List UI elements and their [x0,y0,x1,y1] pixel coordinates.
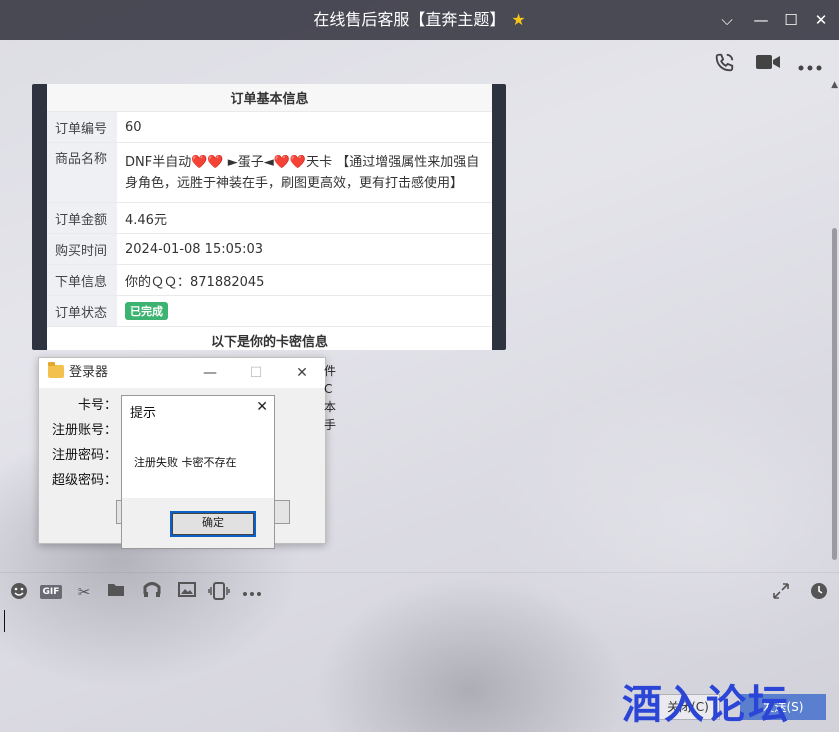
table-row: 订单金额 4.46元 [47,202,492,234]
video-icon-svg [756,55,780,69]
image-icon-svg [178,582,196,597]
side-text-line: 手 [324,418,337,432]
shake-icon[interactable] [208,582,230,602]
alert-body: 提示 ✕ 注册失败 卡密不存在 [122,396,274,498]
alert-title: 提示 [130,406,157,421]
order-value: DNF半自动❤️❤️ ►蛋子◄❤️❤️天卡 【通过增强属性来加强自身角色，远胜于… [117,142,492,203]
phone-icon[interactable] [710,52,738,80]
super-password-label: 超级密码： [51,473,117,488]
shake-icon-svg [208,582,230,600]
more-icon-svg [798,65,822,71]
window-title-text: 在线售后客服【直奔主题】 [313,10,506,29]
ok-button[interactable]: 确定 [170,511,256,537]
scrollbar[interactable] [832,228,837,560]
order-key: 订单状态 [47,295,117,327]
music-icon[interactable] [141,582,163,602]
watermark: 酒入论坛 [622,682,790,728]
smile-icon-svg [11,583,27,599]
card-info-header: 以下是你的卡密信息 [47,326,492,350]
alert-dialog: 提示 ✕ 注册失败 卡密不存在 确定 [121,395,275,549]
folder-icon [48,362,64,378]
star-icon[interactable]: ★ [511,10,525,29]
table-row: 购买时间 2024-01-08 15:05:03 [47,233,492,265]
maximize-button[interactable]: ☐ [776,0,806,40]
order-value: 你的ＱＱ：871882045 [117,264,492,296]
more-icon[interactable] [241,582,263,602]
smile-icon[interactable] [8,582,30,602]
order-value: 4.46元 [117,202,492,234]
folder-icon[interactable] [105,582,127,602]
expand-icon[interactable] [770,582,792,602]
order-table: 订单基本信息 订单编号 60 商品名称 DNF半自动❤️❤️ ►蛋子◄❤️❤️天… [47,84,492,350]
side-text-line: C [324,382,333,396]
scissors-icon[interactable]: ✂ [73,582,95,602]
video-icon[interactable] [754,52,782,80]
table-row: 订单状态 已完成 [47,295,492,327]
scroll-up-icon[interactable]: ▲ [831,80,838,90]
side-text-line: 本 [324,400,337,414]
text-input-caret[interactable] [4,610,5,632]
close-button[interactable]: ✕ [806,0,836,40]
more-icon[interactable] [796,52,824,80]
history-icon-svg [811,583,827,599]
folder-icon-svg [108,584,124,596]
image-icon[interactable] [176,582,198,602]
side-text-line: 件 [324,364,337,378]
card-label: 卡号： [77,398,117,413]
order-card-message: 订单基本信息 订单编号 60 商品名称 DNF半自动❤️❤️ ►蛋子◄❤️❤️天… [32,84,506,350]
music-icon-svg [143,582,161,597]
order-value: 60 [117,111,492,143]
table-row: 订单编号 60 [47,111,492,143]
alert-message: 注册失败 卡密不存在 [134,456,237,469]
login-minimize-button[interactable]: — [195,358,225,388]
phone-icon-svg [715,53,734,72]
expand-icon-svg [773,583,789,599]
chevron-down-icon[interactable]: ⌵ [712,0,742,40]
login-maximize-button[interactable]: ☐ [241,358,271,388]
order-key: 商品名称 [47,142,117,203]
login-title-bar: 登录器 — ☐ ✕ [39,358,325,388]
toolbar-more-icon-svg [243,592,261,596]
history-icon[interactable] [808,582,830,602]
account-label: 注册账号： [51,423,117,438]
table-row: 商品名称 DNF半自动❤️❤️ ►蛋子◄❤️❤️天卡 【通过增强属性来加强自身角… [47,142,492,203]
order-table-wrap: 订单基本信息 订单编号 60 商品名称 DNF半自动❤️❤️ ►蛋子◄❤️❤️天… [47,84,492,350]
order-status-cell: 已完成 [117,295,492,327]
order-key: 购买时间 [47,233,117,265]
table-row: 下单信息 你的ＱＱ：871882045 [47,264,492,296]
order-key: 订单金额 [47,202,117,234]
order-value: 2024-01-08 15:05:03 [117,233,492,265]
login-title: 登录器 [69,365,109,380]
status-badge: 已完成 [125,302,168,320]
minimize-button[interactable]: — [746,0,776,40]
side-text: 件 C 本 手 [324,362,336,434]
gif-icon[interactable]: GIF [40,585,62,599]
order-header: 订单基本信息 [47,84,492,112]
order-key: 订单编号 [47,111,117,143]
login-close-button[interactable]: ✕ [287,358,317,388]
title-bar: 在线售后客服【直奔主题】 ★ ⌵ — ☐ ✕ [0,0,839,40]
order-key: 下单信息 [47,264,117,296]
toolbar-divider [0,572,839,573]
close-icon[interactable]: ✕ [256,399,268,415]
password-label: 注册密码： [51,448,117,463]
